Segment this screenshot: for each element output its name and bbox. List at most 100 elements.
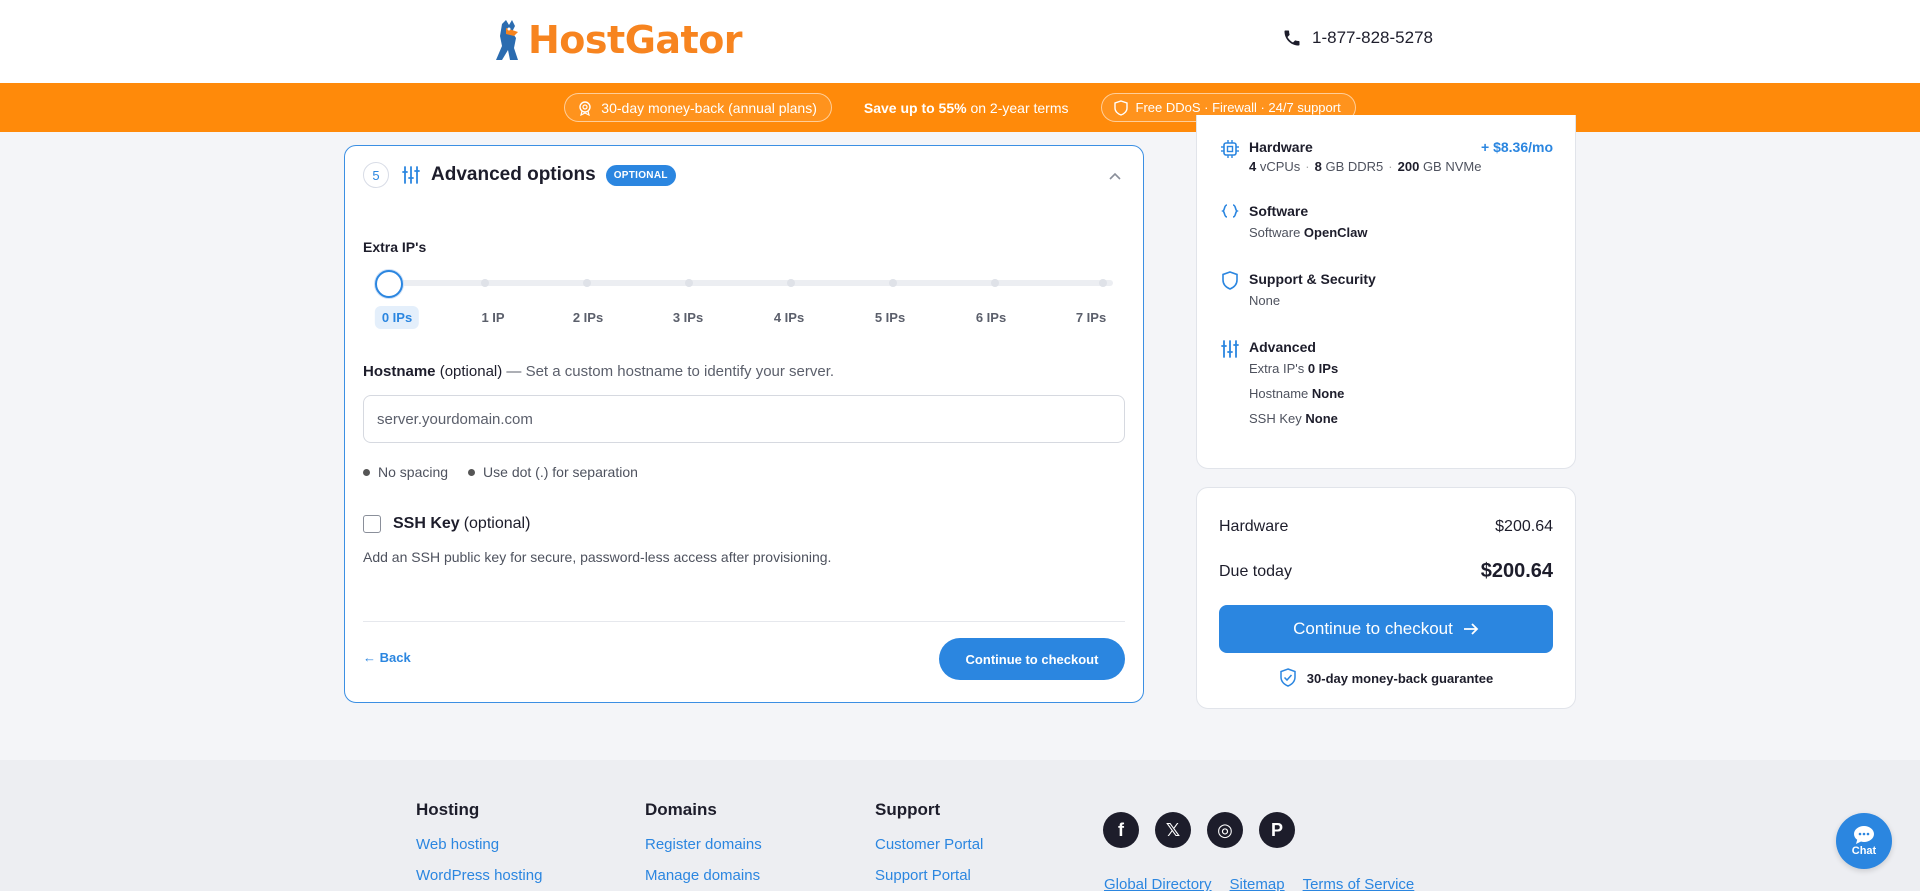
ip-option-4[interactable]: 4 IPs	[767, 306, 811, 329]
adv-ssh-value: None	[1305, 411, 1338, 426]
x-twitter-icon[interactable]: 𝕏	[1155, 812, 1191, 848]
arrow-right-icon	[1463, 623, 1479, 635]
ip-option-3[interactable]: 3 IPs	[666, 306, 710, 329]
extra-ips-label: Extra IP's	[363, 239, 427, 255]
footer-link-wordpress-hosting[interactable]: WordPress hosting	[416, 867, 542, 884]
slider-tick[interactable]	[787, 279, 795, 287]
shield-icon	[1222, 271, 1238, 290]
ip-option-7[interactable]: 7 IPs	[1069, 306, 1113, 329]
rule-no-spacing: No spacing	[363, 464, 448, 480]
summary-software: Software Software OpenClaw	[1219, 203, 1368, 240]
hostname-rules: No spacing Use dot (.) for separation	[363, 464, 638, 480]
footer-link-web-hosting[interactable]: Web hosting	[416, 836, 542, 853]
extra-ips-slider-thumb[interactable]	[375, 270, 403, 298]
money-back-text: 30-day money-back (annual plans)	[601, 99, 817, 116]
footer-link-support-portal[interactable]: Support Portal	[875, 867, 983, 884]
hostname-label: Hostname (optional) — Set a custom hostn…	[363, 363, 834, 380]
social-links: f 𝕏 ◎ P	[1103, 812, 1295, 848]
divider	[363, 621, 1125, 622]
hardware-monthly-price: + $8.36/mo	[1481, 139, 1553, 155]
due-today-row: Due today $200.64	[1219, 560, 1553, 583]
ssh-key-checkbox[interactable]	[363, 515, 381, 533]
step-number: 5	[363, 162, 389, 188]
ram-unit: GB DDR5	[1321, 159, 1384, 174]
total-hardware-label: Hardware	[1219, 518, 1289, 535]
adv-ssh-label: SSH Key	[1249, 411, 1306, 426]
facebook-icon[interactable]: f	[1103, 812, 1139, 848]
hostname-label-optional: (optional)	[435, 363, 503, 380]
phone-number[interactable]: 1-877-828-5278	[1282, 28, 1433, 48]
hostgator-logo[interactable]: HostGator	[492, 18, 743, 62]
money-back-pill: 30-day money-back (annual plans)	[564, 93, 832, 122]
summary-hostname: Hostname None	[1249, 386, 1344, 401]
total-hardware-value: $200.64	[1495, 518, 1553, 535]
rule-use-dot: Use dot (.) for separation	[468, 464, 638, 480]
summary-checkout-label: Continue to checkout	[1293, 619, 1453, 638]
slider-tick[interactable]	[481, 279, 489, 287]
slider-tick[interactable]	[889, 279, 897, 287]
extra-ips-slider-track[interactable]	[381, 280, 1113, 286]
slider-tick[interactable]	[583, 279, 591, 287]
summary-support-title: Support & Security	[1249, 271, 1376, 287]
optional-badge: OPTIONAL	[605, 164, 676, 186]
hostname-input[interactable]	[363, 395, 1125, 443]
savings-bold: Save up to 55%	[863, 99, 967, 116]
footer-link-register-domains[interactable]: Register domains	[645, 836, 762, 853]
vcpu-unit: vCPUs	[1256, 159, 1301, 174]
sliders-icon	[1221, 340, 1239, 358]
ddos-text: Free DDoS · Firewall · 24/7 support	[1135, 100, 1341, 115]
ip-option-2[interactable]: 2 IPs	[566, 306, 610, 329]
continue-to-checkout-button[interactable]: Continue to checkout	[939, 638, 1125, 680]
footer-bottom-links: Global Directory Sitemap Terms of Servic…	[1104, 876, 1414, 891]
ssh-key-row[interactable]: SSH Key (optional)	[363, 515, 530, 533]
phone-text: 1-877-828-5278	[1312, 28, 1433, 47]
disk-unit: GB NVMe	[1419, 159, 1482, 174]
pinterest-icon[interactable]: P	[1259, 812, 1295, 848]
summary-hardware-specs: 4 vCPUs · 8 GB DDR5 · 200 GB NVMe	[1249, 159, 1482, 174]
footer-hosting-title: Hosting	[416, 800, 480, 819]
chat-label: Chat	[1851, 845, 1877, 857]
chat-button[interactable]: Chat	[1836, 813, 1892, 869]
order-summary-card: Hardware 4 vCPUs · 8 GB DDR5 · 200 GB NVMe +…	[1196, 115, 1576, 469]
hostname-label-bold: Hostname	[363, 363, 436, 380]
back-link[interactable]: ← Back	[363, 650, 411, 665]
ssh-key-help: Add an SSH public key for secure, passwo…	[363, 549, 832, 565]
step-header[interactable]: 5 Advanced options OPTIONAL	[363, 162, 676, 188]
footer-domains-title: Domains	[645, 800, 717, 819]
shield-check-icon	[1280, 668, 1296, 687]
footer-support-title: Support	[875, 800, 941, 819]
adv-ip-value: 0 IPs	[1307, 361, 1339, 376]
phone-icon	[1284, 30, 1300, 46]
ip-option-6[interactable]: 6 IPs	[969, 306, 1013, 329]
footer-col-support: Support Customer Portal Support Portal	[875, 800, 983, 891]
hostname-help: — Set a custom hostname to identify your…	[502, 363, 835, 380]
total-hardware-row: Hardware $200.64	[1219, 518, 1553, 536]
instagram-icon[interactable]: ◎	[1207, 812, 1243, 848]
footer-link-global-directory[interactable]: Global Directory	[1104, 876, 1212, 891]
cpu-icon	[1221, 140, 1239, 158]
braces-icon	[1221, 204, 1239, 218]
footer-link-manage-domains[interactable]: Manage domains	[645, 867, 762, 884]
slider-tick[interactable]	[1099, 279, 1107, 287]
sliders-icon	[402, 166, 420, 184]
slider-tick[interactable]	[685, 279, 693, 287]
due-today-label: Due today	[1219, 562, 1292, 580]
footer-link-customer-portal[interactable]: Customer Portal	[875, 836, 983, 853]
software-value: OpenClaw	[1303, 225, 1368, 240]
gator-mascot-icon	[496, 20, 518, 60]
guarantee-note: 30-day money-back guarantee	[1197, 668, 1575, 688]
slider-tick[interactable]	[991, 279, 999, 287]
ip-option-5[interactable]: 5 IPs	[868, 306, 912, 329]
adv-host-label: Hostname	[1249, 386, 1312, 401]
footer-link-terms[interactable]: Terms of Service	[1303, 876, 1415, 891]
ip-option-1[interactable]: 1 IP	[474, 306, 511, 329]
ip-option-0[interactable]: 0 IPs	[374, 306, 420, 329]
summary-checkout-button[interactable]: Continue to checkout	[1219, 605, 1553, 653]
guarantee-text: 30-day money-back guarantee	[1306, 670, 1494, 686]
footer-col-hosting: Hosting Web hosting WordPress hosting	[416, 800, 542, 891]
chevron-up-icon[interactable]	[1109, 172, 1121, 180]
adv-ip-label: Extra IP's	[1249, 361, 1308, 376]
ram-size: 8	[1314, 159, 1322, 174]
footer-link-sitemap[interactable]: Sitemap	[1230, 876, 1285, 891]
ssh-key-optional: (optional)	[463, 515, 531, 532]
